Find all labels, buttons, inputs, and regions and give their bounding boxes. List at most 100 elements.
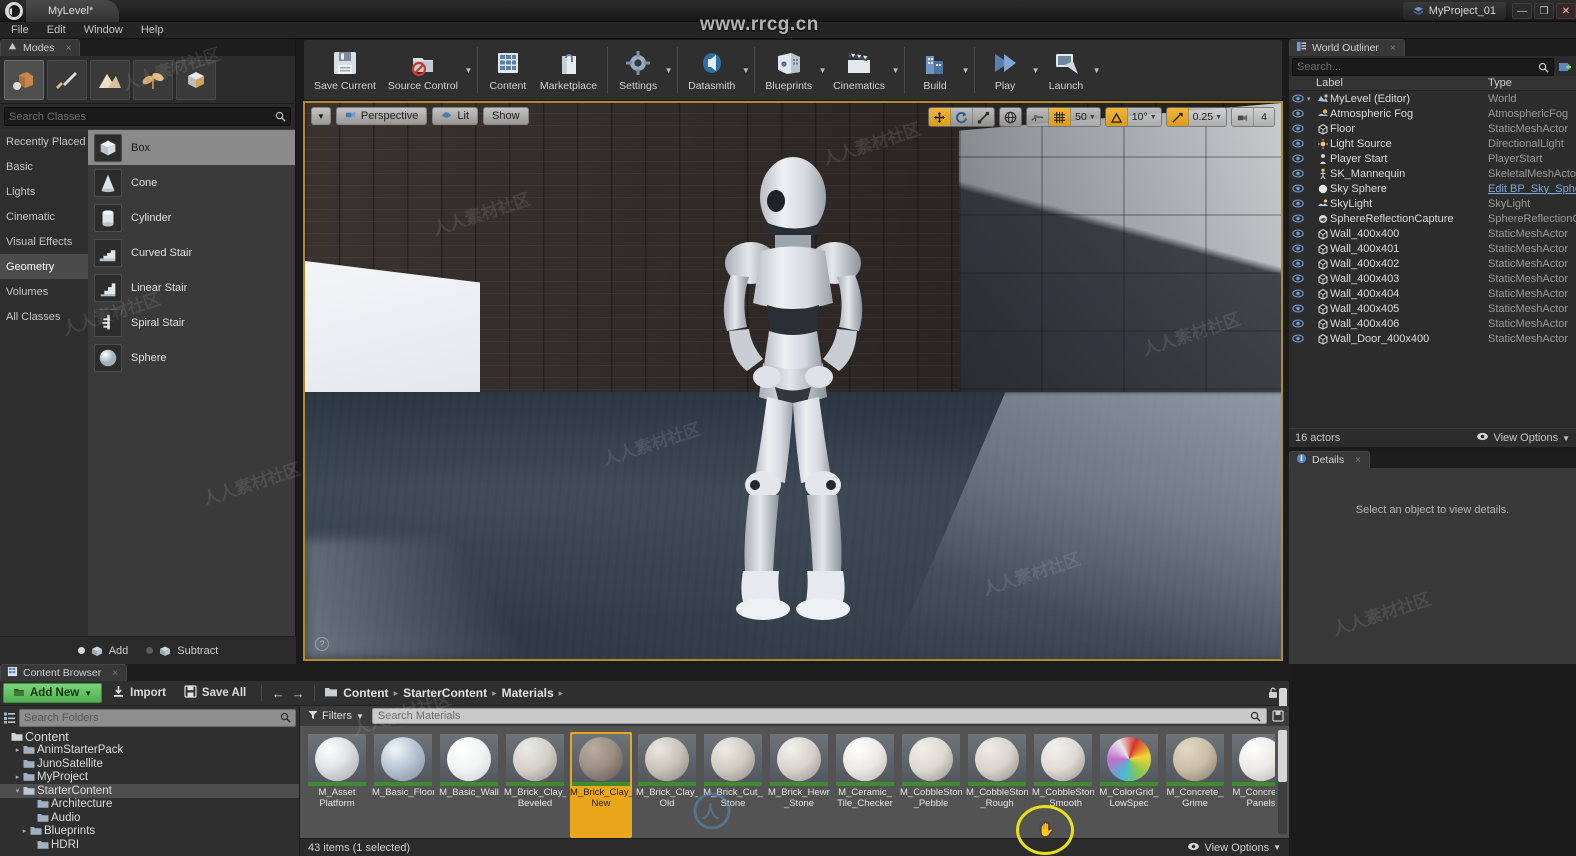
expander-icon[interactable]: ▾ [12,787,23,795]
category-lights[interactable]: Lights [0,179,88,204]
asset-tile[interactable]: M_CobbleStone _Rough [966,732,1028,838]
create-actor-button[interactable] [1557,59,1573,75]
category-visual-effects[interactable]: Visual Effects [0,229,88,254]
outliner-row[interactable]: Floor StaticMeshActor [1289,121,1576,136]
tree-row-anim-starter-pack[interactable]: ▸ AnimStarterPack [0,744,299,758]
outliner-tab-close-icon[interactable]: × [1390,43,1396,54]
visibility-eye-icon[interactable] [1289,184,1307,193]
mode-button-paint[interactable] [47,59,87,100]
menu-help[interactable]: Help [132,22,173,39]
toolbar-cinematics[interactable]: Cinematics [827,42,891,98]
asset-search-input[interactable] [377,710,1250,722]
tree-row-my-project[interactable]: ▸ MyProject [0,771,299,785]
asset-tile[interactable]: M_ColorGrid_ LowSpec [1098,732,1160,838]
toolbar-content[interactable]: Content [482,42,534,98]
grid-snap-value[interactable]: 50 ▼ [1071,108,1100,126]
class-item-cylinder[interactable]: Cylinder [88,200,295,235]
column-type[interactable]: Type [1488,77,1576,89]
visibility-eye-icon[interactable] [1289,169,1307,178]
visibility-eye-icon[interactable] [1289,259,1307,268]
tab-content-browser[interactable]: Content Browser × [0,664,128,681]
surface-snap-button[interactable] [1027,108,1050,126]
outliner-search-box[interactable] [1292,58,1554,76]
visibility-eye-icon[interactable] [1289,154,1307,163]
menu-window[interactable]: Window [75,22,132,39]
launch-caret-icon[interactable]: ▼ [1092,42,1101,98]
datasmith-caret-icon[interactable]: ▼ [741,42,750,98]
outliner-row[interactable]: ▾ MyLevel (Editor) World [1289,91,1576,106]
outliner-search-input[interactable] [1297,61,1538,73]
breadcrumb-separator-icon[interactable]: ▸ [559,688,564,699]
visibility-eye-icon[interactable] [1289,94,1307,103]
breadcrumb-content[interactable]: Content [343,686,388,700]
category-basic[interactable]: Basic [0,154,88,179]
rotate-gizmo-button[interactable] [951,108,974,126]
category-cinematic[interactable]: Cinematic [0,204,88,229]
import-button[interactable]: Import [104,683,174,703]
expander-icon[interactable]: ▸ [19,827,30,835]
tree-row-starter-content[interactable]: ▾ StarterContent [0,784,299,798]
toolbar-source-control[interactable]: Source Control [382,42,464,98]
minimize-button[interactable]: — [1512,3,1532,19]
category-recently-placed[interactable]: Recently Placed [0,129,88,154]
outliner-row[interactable]: Atmospheric Fog AtmosphericFog [1289,106,1576,121]
expander-icon[interactable]: ▸ [12,746,23,754]
visibility-eye-icon[interactable] [1289,319,1307,328]
tree-row-audio[interactable]: Audio [0,811,299,825]
tree-row-juno-satellite[interactable]: JunoSatellite [0,757,299,771]
asset-tile[interactable]: M_Concrete_ Grime [1164,732,1226,838]
maximize-button[interactable]: ❐ [1534,3,1554,19]
scale-snap-value[interactable]: 0.25 ▼ [1188,108,1226,126]
blueprints-caret-icon[interactable]: ▼ [818,42,827,98]
build-caret-icon[interactable]: ▼ [961,42,970,98]
outliner-row[interactable]: Wall_400x400 StaticMeshActor [1289,226,1576,241]
nav-back-button[interactable]: ← [269,683,287,703]
viewport-viewmode-dropdown[interactable]: Lit [432,107,479,125]
add-new-button[interactable]: Add New ▼ [3,683,103,703]
visibility-eye-icon[interactable] [1289,124,1307,133]
scale-gizmo-button[interactable] [973,108,995,126]
folder-search-box[interactable] [19,708,296,727]
visibility-eye-icon[interactable] [1289,139,1307,148]
outliner-row[interactable]: Sky Sphere Edit BP_Sky_Sphere [1289,181,1576,196]
visibility-eye-icon[interactable] [1289,289,1307,298]
nav-forward-button[interactable]: → [289,683,307,703]
asset-tile-selected[interactable]: M_Brick_Clay_ New [570,732,632,838]
visibility-eye-icon[interactable] [1289,304,1307,313]
category-volumes[interactable]: Volumes [0,279,88,304]
settings-caret-icon[interactable]: ▼ [664,42,673,98]
class-item-spiral-stair[interactable]: Spiral Stair [88,305,295,340]
level-viewport[interactable]: ? ▼ Perspective Lit Show 50 ▼ 10° ▼ 0.25… [303,101,1283,661]
viewport-perspective-dropdown[interactable]: Perspective [335,107,428,125]
asset-tile[interactable]: M_Asset Platform [306,732,368,838]
mode-button-landscape[interactable] [90,59,130,100]
folder-search-input[interactable] [24,711,280,724]
scale-snap-toggle[interactable] [1166,108,1189,126]
toolbar-save-current[interactable]: Save Current [308,42,382,98]
play-caret-icon[interactable]: ▼ [1031,42,1040,98]
angle-snap-toggle[interactable] [1105,108,1128,126]
asset-tile[interactable]: M_Brick_Hewn _Stone [768,732,830,838]
toolbar-marketplace[interactable]: Marketplace [534,42,603,98]
tab-world-outliner[interactable]: World Outliner × [1289,39,1405,56]
expander-icon[interactable]: ▾ [1307,95,1315,103]
class-item-curved-stair[interactable]: Curved Stair [88,235,295,270]
visibility-eye-icon[interactable] [1289,109,1307,118]
outliner-row[interactable]: Wall_400x405 StaticMeshActor [1289,301,1576,316]
tab-modes[interactable]: Modes × [0,39,81,56]
class-item-sphere[interactable]: Sphere [88,340,295,375]
content-browser-tab-close-icon[interactable]: × [112,668,118,679]
viewport-options-dropdown[interactable]: ▼ [311,107,331,125]
angle-snap-value[interactable]: 10° ▼ [1127,108,1161,126]
cinematics-caret-icon[interactable]: ▼ [891,42,900,98]
asset-grid-scrollbar[interactable] [1278,730,1287,834]
toolbar-settings[interactable]: Settings [612,42,664,98]
tree-row-blueprints[interactable]: ▸ Blueprints [0,825,299,839]
brush-mode-add[interactable]: Add [77,644,128,658]
outliner-row[interactable]: SkyLight SkyLight [1289,196,1576,211]
toolbar-launch[interactable]: Launch [1040,42,1092,98]
asset-tile[interactable]: M_CobbleStone _Smooth [1032,732,1094,838]
asset-tile[interactable]: M_CobbleStone _Pebble [900,732,962,838]
viewport-show-dropdown[interactable]: Show [483,107,529,125]
search-classes-row[interactable] [4,107,291,126]
